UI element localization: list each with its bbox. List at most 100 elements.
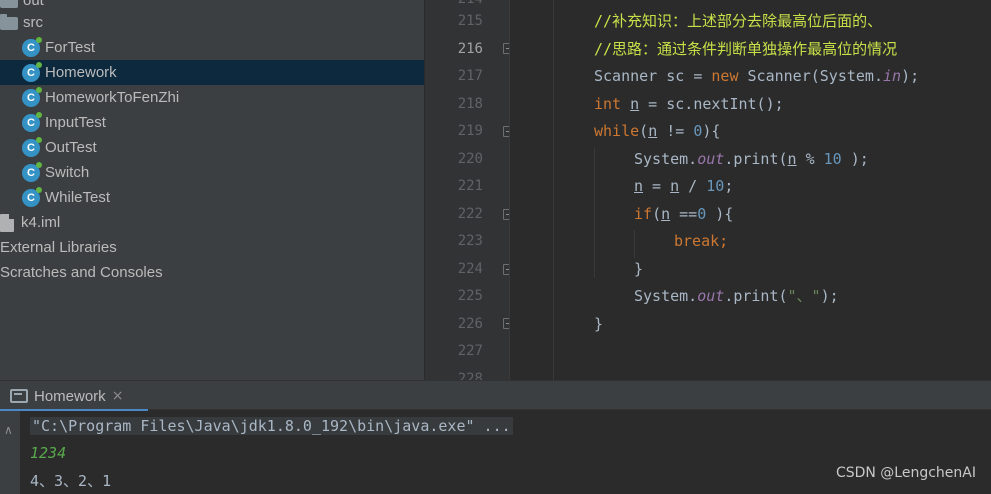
tree-item-k4-iml[interactable]: k4.iml xyxy=(0,210,424,235)
indent-guide xyxy=(553,0,554,380)
tree-item-whiletest[interactable]: C WhileTest xyxy=(0,185,424,210)
static-field: out xyxy=(697,150,725,168)
code-text: ); xyxy=(820,287,839,305)
tree-item-homeworktofenzhi[interactable]: C HomeworkToFenZhi xyxy=(0,85,424,110)
code-text: ; xyxy=(724,177,734,195)
tree-item-label: External Libraries xyxy=(0,239,117,256)
run-tab-label: Homework xyxy=(34,387,106,405)
code-text: } xyxy=(594,315,604,333)
tree-item-label: k4.iml xyxy=(21,214,61,231)
code-line-215: //补充知识：上述部分去除最高位后面的、 xyxy=(594,8,882,35)
code-text: = xyxy=(643,177,671,195)
code-text: Scanner(System. xyxy=(738,67,883,85)
code-line-216: //思路：通过条件判断单独操作最高位的情况 xyxy=(594,36,897,63)
line-number: 221 xyxy=(457,178,483,194)
variable: n xyxy=(634,177,644,195)
tree-item-external-libraries[interactable]: External Libraries xyxy=(0,235,424,260)
static-field: in xyxy=(883,67,902,85)
java-class-icon: C xyxy=(22,61,42,82)
line-number: 224 xyxy=(457,261,483,277)
tree-item-outtest[interactable]: C OutTest xyxy=(0,135,424,160)
code-text: ){ xyxy=(702,122,721,140)
code-line-226: } xyxy=(594,311,603,338)
tree-item-label: Homework xyxy=(45,64,117,81)
watermark: CSDN @LengchenAI xyxy=(835,465,976,481)
code-text: ); xyxy=(841,150,869,168)
code-line-221: n = n / 10; xyxy=(634,173,733,200)
code-text: ); xyxy=(901,67,920,85)
code-line-217: Scanner sc = new Scanner(System.in); xyxy=(594,63,919,90)
code-text: .print( xyxy=(724,287,788,305)
tree-item-label: out xyxy=(23,0,44,9)
keyword: while xyxy=(594,122,640,140)
indent-guide xyxy=(634,230,635,258)
number-literal: 10 xyxy=(823,150,842,168)
iml-file-icon xyxy=(0,213,14,232)
java-class-icon: C xyxy=(22,186,42,207)
java-class-icon: C xyxy=(22,111,42,132)
code-text: System. xyxy=(634,287,698,305)
code-text: Scanner sc = xyxy=(594,67,712,85)
code-line-225: System.out.print("、"); xyxy=(634,283,839,310)
tree-item-label: src xyxy=(23,14,43,31)
keyword: if xyxy=(634,205,653,223)
code-line-224: } xyxy=(634,256,643,283)
tree-item-homework[interactable]: C Homework xyxy=(0,60,424,85)
console-command: "C:\Program Files\Java\jdk1.8.0_192\bin\… xyxy=(30,417,513,435)
code-line-219: while(n != 0){ xyxy=(594,118,720,145)
line-number: 223 xyxy=(457,233,483,249)
code-line-223: break; xyxy=(674,228,728,255)
tree-item-switch[interactable]: C Switch xyxy=(0,160,424,185)
line-number: 218 xyxy=(457,96,483,112)
code-editor[interactable]: //补充知识：上述部分去除最高位后面的、 //思路：通过条件判断单独操作最高位的… xyxy=(510,0,991,380)
code-line-220: System.out.print(n % 10 ); xyxy=(634,146,869,173)
code-text: ){ xyxy=(706,205,734,223)
tree-item-label: WhileTest xyxy=(45,189,111,206)
variable: n xyxy=(787,150,797,168)
project-tree-panel: out src C ForTest C Homework C HomeworkT… xyxy=(0,0,424,380)
comment: //补充知识：上述部分去除最高位后面的、 xyxy=(594,12,883,30)
number-literal: 0 xyxy=(697,205,707,223)
tree-item-inputtest[interactable]: C InputTest xyxy=(0,110,424,135)
java-class-icon: C xyxy=(22,161,42,182)
code-text: ; xyxy=(719,232,729,250)
code-text: != xyxy=(657,122,694,140)
tree-item-fortest[interactable]: C ForTest xyxy=(0,35,424,60)
string-literal: "、" xyxy=(787,287,821,305)
close-icon[interactable]: × xyxy=(112,388,124,404)
console-command-line: "C:\Program Files\Java\jdk1.8.0_192\bin\… xyxy=(30,413,513,439)
tree-item-scratches[interactable]: Scratches and Consoles xyxy=(0,260,424,285)
line-number: 227 xyxy=(457,343,483,359)
code-text: / xyxy=(679,177,707,195)
java-class-icon: C xyxy=(22,36,42,57)
folder-icon xyxy=(0,14,18,30)
line-number: 222 xyxy=(457,206,483,222)
run-toolbar: ∧ xyxy=(0,411,20,494)
code-line-218: int n = sc.nextInt(); xyxy=(594,91,784,118)
variable: n xyxy=(630,95,640,113)
tree-item-label: ForTest xyxy=(45,39,96,56)
line-number: 215 xyxy=(457,13,483,29)
keyword: new xyxy=(711,67,739,85)
code-text: == xyxy=(670,205,698,223)
scroll-up-icon[interactable]: ∧ xyxy=(4,423,13,437)
line-number: 219 xyxy=(457,123,483,139)
line-number: 217 xyxy=(457,68,483,84)
indent-guide xyxy=(594,148,595,278)
editor-gutter[interactable]: 214 215 216 217 218 219 220 221 222 223 … xyxy=(424,0,513,387)
static-field: out xyxy=(697,287,725,305)
java-class-icon: C xyxy=(22,136,42,157)
code-text: } xyxy=(634,260,644,278)
variable: n xyxy=(670,177,680,195)
code-text: .print( xyxy=(724,150,788,168)
code-text: ( xyxy=(652,205,662,223)
tree-item-src[interactable]: src xyxy=(0,10,424,35)
line-number: 225 xyxy=(457,288,483,304)
run-console[interactable]: "C:\Program Files\Java\jdk1.8.0_192\bin\… xyxy=(20,411,991,494)
run-tab-homework[interactable]: Homework × xyxy=(0,381,148,412)
tree-item-label: Switch xyxy=(45,164,90,181)
code-text: ( xyxy=(639,122,649,140)
console-user-input: 1234 xyxy=(30,444,67,462)
code-text: System. xyxy=(634,150,698,168)
